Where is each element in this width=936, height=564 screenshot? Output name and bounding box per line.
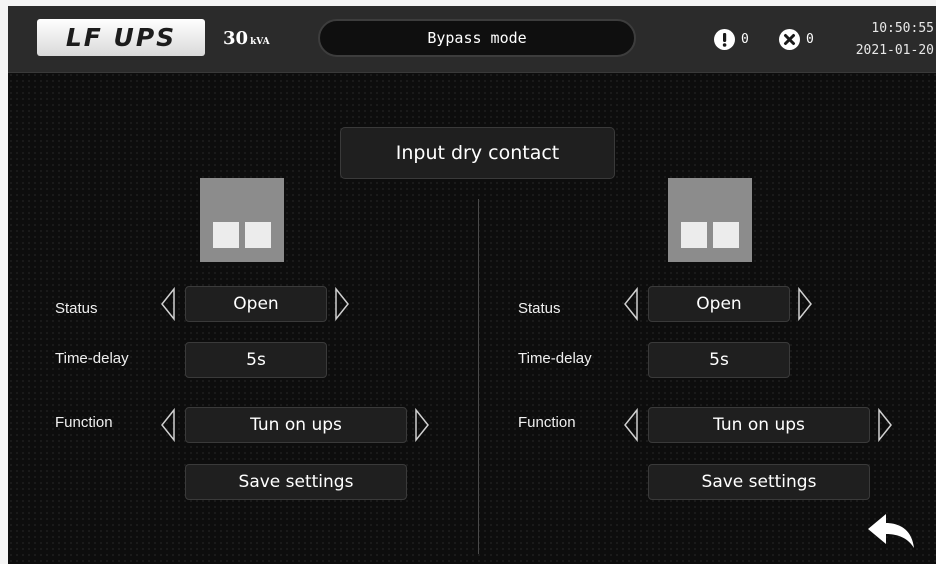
warning-count: 0	[741, 31, 749, 47]
contact-1-save-button[interactable]: Save settings	[185, 464, 407, 500]
right-triangle-icon[interactable]	[876, 407, 894, 443]
contact-1-delay-label: Time-delay	[55, 350, 129, 367]
left-triangle-icon[interactable]	[622, 286, 640, 322]
logo: LF UPS	[37, 19, 205, 56]
warning-indicator[interactable]: 0	[714, 28, 749, 50]
capacity-label: 30 kVA	[223, 28, 270, 49]
contact-1-function-label: Function	[55, 414, 113, 431]
contact-1-delay-value[interactable]: 5s	[185, 342, 327, 378]
dry-contact-2-icon	[668, 178, 752, 262]
contact-2-status-label: Status	[518, 300, 561, 317]
contact-2-delay-value[interactable]: 5s	[648, 342, 790, 378]
left-triangle-icon[interactable]	[159, 407, 177, 443]
right-triangle-icon[interactable]	[333, 286, 351, 322]
column-divider	[478, 199, 479, 554]
clock-time: 10:50:55	[871, 21, 934, 36]
contact-1-status-label: Status	[55, 300, 98, 317]
exclamation-circle-icon	[714, 28, 735, 50]
x-circle-icon	[779, 28, 800, 50]
dry-contact-1-icon	[200, 178, 284, 262]
right-triangle-icon[interactable]	[413, 407, 431, 443]
capacity-unit: kVA	[250, 37, 270, 47]
clock: 10:50:55 2021-01-20	[856, 18, 934, 62]
contact-2-save-button[interactable]: Save settings	[648, 464, 870, 500]
right-triangle-icon[interactable]	[796, 286, 814, 322]
ups-screen: LF UPS 30 kVA Bypass mode 0 0 10:50:55 20…	[8, 6, 936, 564]
contact-1-status-value[interactable]: Open	[185, 286, 327, 322]
clock-date: 2021-01-20	[855, 43, 934, 58]
left-triangle-icon[interactable]	[159, 286, 177, 322]
contact-2-function-value[interactable]: Tun on ups	[648, 407, 870, 443]
fault-count: 0	[806, 31, 814, 47]
capacity-value: 30	[223, 28, 249, 49]
fault-indicator[interactable]: 0	[779, 28, 814, 50]
mode-indicator: Bypass mode	[318, 19, 636, 57]
contact-2-status-value[interactable]: Open	[648, 286, 790, 322]
return-arrow-icon[interactable]	[866, 512, 918, 552]
contact-2-function-label: Function	[518, 414, 576, 431]
contact-2-delay-label: Time-delay	[518, 350, 592, 367]
contact-1-function-value[interactable]: Tun on ups	[185, 407, 407, 443]
page-title: Input dry contact	[340, 127, 615, 179]
left-triangle-icon[interactable]	[622, 407, 640, 443]
top-bar: LF UPS 30 kVA Bypass mode 0 0 10:50:55 20…	[8, 6, 936, 73]
